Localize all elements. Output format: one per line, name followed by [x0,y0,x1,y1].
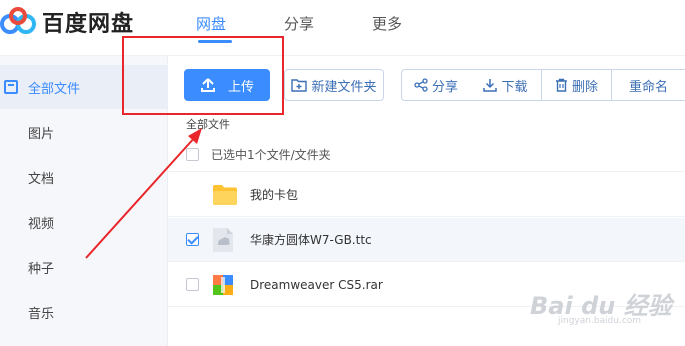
watermark-url: jingyan.baidu.com [558,316,642,326]
